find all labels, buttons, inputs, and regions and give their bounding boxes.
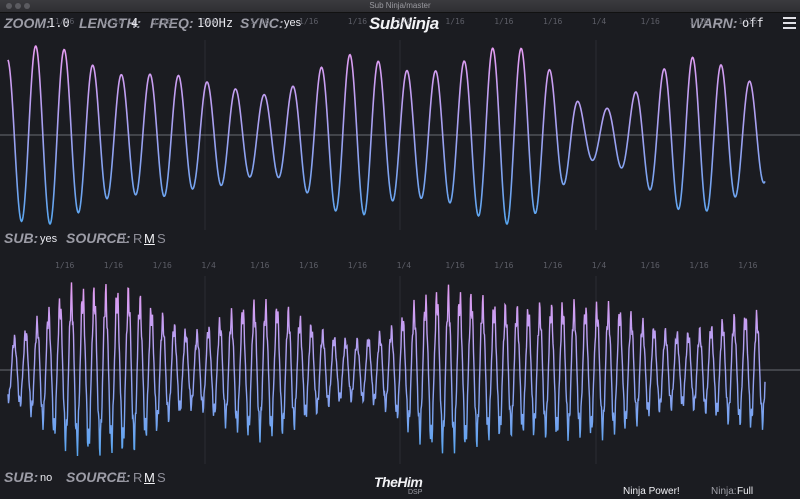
source-option-r-2[interactable]: R — [133, 470, 142, 485]
ninja-power-text: Ninja Power! — [623, 486, 680, 497]
ruler-tick-label: 1/16 — [445, 17, 465, 26]
ruler-tick-label: 1/4 — [201, 17, 216, 26]
source-label-2: SOURCE: — [66, 469, 131, 485]
ruler-tick-label: 1/16 — [689, 17, 709, 26]
waveform-display-bottom[interactable] — [0, 276, 800, 464]
source-label: SOURCE: — [66, 230, 131, 246]
ruler-tick-label: 1/4 — [591, 261, 607, 270]
ruler-tick-label: 1/16 — [689, 261, 709, 270]
ruler-tick-label: 1/16 — [445, 261, 465, 270]
ruler-tick-label: 1/16 — [347, 17, 368, 26]
source-option-m[interactable]: M — [144, 231, 155, 246]
ruler-tick-label: 1/16 — [103, 17, 124, 26]
ruler-tick-label: 1/16 — [494, 17, 514, 26]
source-option-l[interactable]: L — [122, 231, 129, 246]
ruler-tick-label: 1/16 — [55, 17, 75, 26]
ruler-tick-label: 1/16 — [494, 261, 514, 270]
waveform-display-top[interactable] — [0, 40, 800, 230]
ruler-tick-label: 1/16 — [152, 261, 172, 270]
source-option-s-2[interactable]: S — [157, 470, 166, 485]
ninja-label: Ninja: — [711, 486, 737, 497]
waveform-path — [7, 282, 766, 457]
ruler-tick-label: 1/16 — [543, 261, 563, 270]
ruler-tick-label: 1/4 — [591, 17, 607, 26]
sub-label-2: SUB: — [4, 469, 39, 485]
source-option-m-2[interactable]: M — [144, 470, 155, 485]
ruler-tick-label: 1/4 — [396, 17, 412, 26]
ruler-tick-label: 1/16 — [543, 17, 563, 26]
ruler-tick-label: 1/16 — [738, 261, 758, 270]
ruler-tick-label: 1/16 — [299, 17, 319, 26]
ruler-tick-label: 1/16 — [347, 261, 368, 270]
window-title: Sub Ninja/master — [369, 1, 431, 10]
ruler-tick-label: 1/16 — [250, 261, 270, 270]
dsp-logo-text: DSP — [408, 489, 423, 496]
ninja-value[interactable]: Full — [737, 486, 753, 497]
sub-value[interactable]: yes — [40, 233, 57, 245]
ruler-tick-label: 1/16 — [152, 17, 172, 26]
sub-value-2[interactable]: no — [40, 472, 52, 484]
ruler-tick-label: 1/16 — [55, 261, 75, 270]
ruler-tick-label: 1/16 — [103, 261, 124, 270]
ruler-tick-label: 1/16 — [738, 17, 758, 26]
ruler-tick-label: 1/16 — [640, 261, 660, 270]
ruler-tick-label: 1/4 — [201, 261, 216, 270]
beat-ruler-bottom: 1/16 1/16 1/16 1/4 1/16 1/16 1/16 1/4 1/16 1/16 1/… — [0, 261, 800, 275]
source-option-l-2[interactable]: L — [122, 470, 129, 485]
beat-ruler-top: 1/16 1/16 1/16 1/4 1/16 1/16 1/16 1/4 1/16 1/16 1/… — [0, 17, 800, 31]
source-option-r[interactable]: R — [133, 231, 142, 246]
ruler-tick-label: 1/16 — [299, 261, 319, 270]
ruler-tick-label: 1/4 — [396, 261, 412, 270]
source-option-s[interactable]: S — [157, 231, 166, 246]
ruler-tick-label: 1/16 — [250, 17, 270, 26]
sub-label: SUB: — [4, 230, 39, 246]
ruler-tick-label: 1/16 — [640, 17, 660, 26]
the-him-logo: TheHim — [374, 474, 423, 490]
